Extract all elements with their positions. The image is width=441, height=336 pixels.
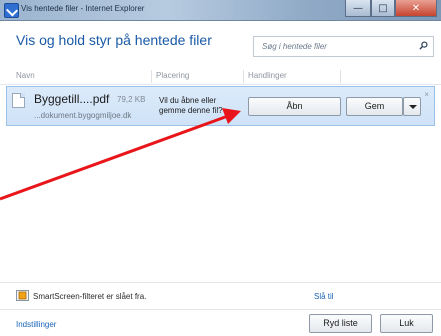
title-bar: Vis hentede filer - Internet Explorer — …: [0, 0, 441, 21]
search-icon[interactable]: [419, 41, 428, 50]
smartscreen-status: SmartScreen-filteret er slået fra.: [33, 292, 147, 301]
save-button[interactable]: Gem: [346, 97, 403, 116]
column-header-actions[interactable]: Handlinger: [248, 71, 287, 80]
column-divider: [243, 70, 244, 83]
window-title: Vis hentede filer - Internet Explorer: [21, 4, 145, 13]
divider: [0, 282, 441, 283]
smartscreen-enable-link[interactable]: Slå til: [314, 292, 334, 301]
internet-explorer-icon: [4, 3, 19, 18]
divider: [0, 309, 441, 310]
maximize-button[interactable]: □: [371, 0, 395, 17]
settings-link[interactable]: Indstillinger: [16, 320, 56, 329]
minimize-button[interactable]: —: [345, 0, 371, 17]
window-controls: — □ ✕: [345, 0, 437, 18]
download-manager-window: Vis hentede filer - Internet Explorer — …: [0, 0, 441, 336]
open-button[interactable]: Åbn: [248, 97, 341, 116]
close-button[interactable]: Luk: [380, 314, 433, 333]
download-row[interactable]: Byggetill....pdf 79,2 KB ...dokument.byg…: [6, 86, 435, 126]
close-window-button[interactable]: ✕: [395, 0, 437, 17]
page-title: Vis og hold styr på hentede filer: [16, 32, 212, 48]
column-divider: [151, 70, 152, 83]
save-options-dropdown[interactable]: [403, 97, 421, 116]
column-divider: [340, 70, 341, 83]
divider: [0, 84, 441, 85]
column-header-name[interactable]: Navn: [16, 71, 35, 80]
search-input[interactable]: [254, 37, 422, 56]
column-headers: Navn Placering Handlinger: [0, 68, 441, 84]
file-source: ...dokument.bygogmiljoe.dk: [34, 111, 132, 120]
smartscreen-warning-icon: [16, 290, 29, 301]
file-size: 79,2 KB: [117, 95, 146, 104]
open-or-save-prompt: Vil du åbne eller gemme denne fil?: [159, 96, 223, 115]
search-box[interactable]: [253, 36, 434, 57]
chevron-down-icon: [409, 105, 417, 109]
file-name: Byggetill....pdf: [34, 92, 110, 106]
clear-list-button[interactable]: Ryd liste: [309, 314, 372, 333]
remove-download-icon[interactable]: ×: [424, 90, 429, 99]
pdf-file-icon: [12, 93, 25, 108]
column-header-location[interactable]: Placering: [156, 71, 189, 80]
